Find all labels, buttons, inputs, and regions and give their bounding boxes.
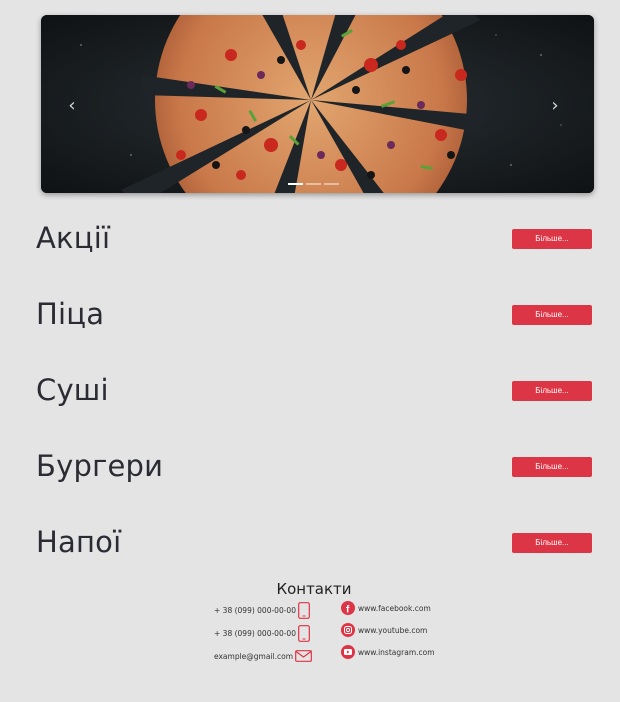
category-row-burgers: Бургери Більше... bbox=[0, 446, 620, 486]
category-title: Бургери bbox=[36, 449, 164, 483]
phone-icon bbox=[298, 625, 310, 642]
category-title: Акції bbox=[36, 221, 111, 255]
category-title: Напої bbox=[36, 525, 122, 559]
email-contact[interactable]: example@gmail.com bbox=[214, 650, 312, 662]
youtube-icon bbox=[341, 623, 355, 637]
carousel-indicators bbox=[288, 183, 339, 185]
category-row-pizza: Піца Більше... bbox=[0, 294, 620, 334]
email-text: example@gmail.com bbox=[214, 651, 294, 661]
category-row-drinks: Напої Більше... bbox=[0, 522, 620, 562]
more-button[interactable]: Більше... bbox=[512, 381, 592, 401]
carousel-indicator-2[interactable] bbox=[306, 183, 321, 185]
category-row-promotions: Акції Більше... bbox=[0, 218, 620, 258]
more-button[interactable]: Більше... bbox=[512, 305, 592, 325]
pizza-slide-image bbox=[41, 15, 594, 193]
category-title: Суші bbox=[36, 373, 109, 407]
youtube-link[interactable]: www.youtube.com bbox=[341, 623, 427, 637]
more-button[interactable]: Більше... bbox=[512, 457, 592, 477]
contacts-heading: Контакти bbox=[276, 580, 352, 598]
more-button[interactable]: Більше... bbox=[512, 229, 592, 249]
instagram-link[interactable]: www.instagram.com bbox=[341, 645, 435, 659]
phone-icon bbox=[298, 602, 310, 619]
facebook-text: www.facebook.com bbox=[358, 603, 431, 613]
phone-text: + 38 (099) 000-00-00 bbox=[214, 606, 296, 615]
phone-contact-1[interactable]: + 38 (099) 000-00-00 bbox=[214, 602, 310, 619]
carousel-indicator-3[interactable] bbox=[324, 183, 339, 185]
facebook-icon: f bbox=[341, 601, 355, 615]
phone-contact-2[interactable]: + 38 (099) 000-00-00 bbox=[214, 625, 310, 642]
youtube-text: www.youtube.com bbox=[358, 625, 428, 635]
carousel-prev-button[interactable]: ‹ bbox=[57, 91, 87, 121]
carousel-indicator-1[interactable] bbox=[288, 183, 303, 185]
category-row-sushi: Суші Більше... bbox=[0, 370, 620, 410]
instagram-icon bbox=[341, 645, 355, 659]
more-button[interactable]: Більше... bbox=[512, 533, 592, 553]
mail-icon bbox=[295, 650, 312, 662]
phone-text: + 38 (099) 000-00-00 bbox=[214, 629, 296, 638]
category-title: Піца bbox=[36, 297, 105, 331]
facebook-link[interactable]: f www.facebook.com bbox=[341, 601, 431, 615]
instagram-text: www.instagram.com bbox=[358, 647, 435, 657]
carousel-next-button[interactable]: › bbox=[540, 91, 570, 121]
pizza-carousel: ‹ › bbox=[41, 15, 594, 193]
svg-text:f: f bbox=[346, 605, 350, 616]
